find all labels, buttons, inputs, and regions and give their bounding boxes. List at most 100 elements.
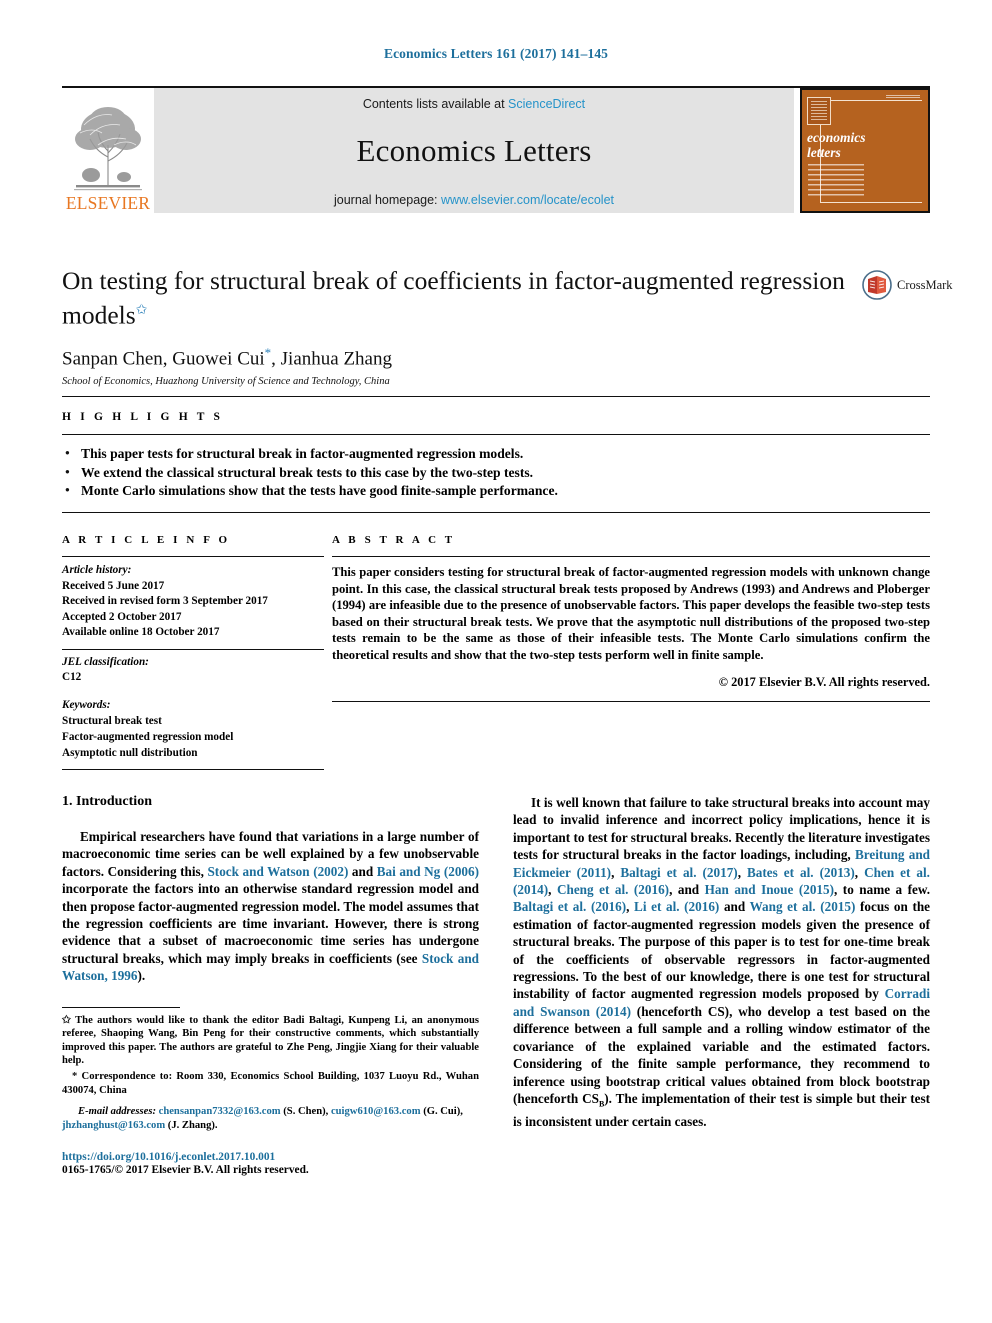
sep: and (719, 899, 750, 915)
citation-wang-2015[interactable]: Wang et al. (750, 899, 816, 914)
citation-year[interactable]: (2006) (444, 864, 479, 879)
history-online: Available online 18 October 2017 (62, 626, 220, 638)
email-person-zhang: (J. Zhang). (165, 1120, 218, 1132)
email-link-zhang[interactable]: jhzhanghust@163.com (62, 1120, 165, 1131)
email-person-cui: (G. Cui), (420, 1106, 463, 1118)
list-item: Monte Carlo simulations show that the te… (64, 481, 930, 501)
citation-baltagi-2017[interactable]: Baltagi et al. (620, 865, 696, 880)
article-page: Economics Letters 161 (2017) 141–145 ELS… (0, 0, 992, 1323)
footnote-star-mark: ✩ (62, 1014, 71, 1026)
citation-cheng-2016[interactable]: Cheng et al. (557, 882, 628, 897)
authors-lead: Sanpan Chen, Guowei Cui (62, 347, 265, 369)
abstract-heading: A B S T R A C T (332, 534, 456, 546)
elsevier-logo: ELSEVIER (62, 88, 154, 213)
cover-title: economics letters (807, 130, 866, 160)
article-info-divider (62, 648, 324, 650)
citation-year[interactable]: (2016) (634, 882, 669, 897)
doi-link[interactable]: https://doi.org/10.1016/j.econlet.2017.1… (62, 1151, 479, 1163)
journal-homepage-prefix: journal homepage: (333, 193, 442, 207)
email-label: E-mail addresses: (78, 1106, 156, 1118)
keywords-bottom-rule (62, 769, 324, 770)
email-link-chen[interactable]: chensanpan7332@163.com (159, 1106, 281, 1117)
sep: , (611, 864, 621, 880)
list-item: This paper tests for structural break in… (64, 444, 930, 464)
crossmark-icon (862, 270, 892, 300)
citation-year[interactable]: (2011) (577, 865, 611, 880)
citation-year[interactable]: (2015) (820, 899, 855, 914)
crossmark-label: CrossMark (897, 277, 953, 292)
cover-top-rule (886, 95, 920, 98)
citation-li-2016[interactable]: Li et al. (634, 899, 679, 914)
journal-title: Economics Letters (356, 133, 592, 168)
keyword-item: Factor-augmented regression model (62, 731, 234, 743)
highlights-bottom-rule (62, 511, 930, 513)
jel-block: JEL classification: C12 (62, 655, 324, 686)
intro-text-4: ). (137, 968, 146, 984)
citation-year[interactable]: (2013) (820, 865, 855, 880)
citation-stock-watson-2002[interactable]: Stock and Watson (207, 864, 309, 879)
issn-copyright-line: 0165-1765/© 2017 Elsevier B.V. All right… (62, 1163, 309, 1176)
article-history-block: Article history: Received 5 June 2017 Re… (62, 557, 324, 641)
right-column: It is well known that failure to take st… (513, 794, 930, 1176)
journal-cover-thumbnail: economics letters (800, 88, 930, 213)
contents-available-prefix: Contents lists available at (362, 97, 509, 111)
right-text-3: focus on the estimation of factor-augmen… (513, 899, 931, 1002)
footnote-acknowledgement-text: The authors would like to thank the edit… (62, 1014, 479, 1067)
cover-title-line2: letters (807, 145, 841, 160)
left-column: 1. Introduction Empirical researchers ha… (62, 794, 479, 1176)
citation-han-inoue-2015[interactable]: Han and Inoue (705, 882, 794, 897)
article-title-text: On testing for structural break of coeff… (62, 266, 845, 330)
affiliation: School of Economics, Huazhong University… (62, 375, 390, 387)
article-info-column: A R T I C L E I N F O Article history: R… (62, 534, 324, 770)
citation-year[interactable]: (2014) (596, 1004, 631, 1019)
sep: , (854, 864, 865, 880)
info-abstract-section: A R T I C L E I N F O Article history: R… (62, 534, 930, 770)
citation-year[interactable]: (2014) (513, 882, 548, 897)
footnote-correspondence-text: Correspondence to: Room 330, Economics S… (62, 1071, 479, 1096)
keyword-item: Structural break test (62, 715, 162, 727)
elsevier-tree-icon (74, 106, 142, 190)
authors-tail: , Jianhua Zhang (271, 347, 392, 369)
article-info-heading: A R T I C L E I N F O (62, 534, 231, 546)
highlights-heading: H I G H L I G H T S (62, 411, 224, 423)
sep: , (737, 864, 748, 880)
keywords-block: Keywords: Structural break test Factor-a… (62, 698, 324, 762)
citation-chen-2014[interactable]: Chen et al. (864, 865, 930, 880)
citation-bai-ng-2006[interactable]: Bai and Ng (377, 864, 441, 879)
email-link-cui[interactable]: cuigw610@163.com (331, 1106, 421, 1117)
author-list: Sanpan Chen, Guowei Cui*, Jianhua Zhang (62, 345, 852, 370)
citation-year[interactable]: (2016) (684, 899, 719, 914)
body-columns: 1. Introduction Empirical researchers ha… (62, 794, 930, 1176)
highlights-section: H I G H L I G H T S This paper tests for… (62, 396, 930, 513)
citation-year[interactable]: (2002) (313, 864, 348, 879)
section-title-introduction: 1. Introduction (62, 794, 152, 809)
sciencedirect-link[interactable]: ScienceDirect (508, 97, 585, 111)
footnote-rule (62, 1006, 180, 1008)
running-head: Economics Letters 161 (2017) 141–145 (383, 46, 609, 61)
email-addresses: E-mail addresses: chensanpan7332@163.com… (62, 1105, 479, 1133)
sep: , and (669, 882, 705, 898)
journal-homepage-line: journal homepage: www.elsevier.com/locat… (334, 193, 614, 207)
elsevier-wordmark: ELSEVIER (65, 192, 151, 213)
citation-year[interactable]: (2016) (591, 899, 626, 914)
sep: , (548, 882, 557, 898)
crossmark-badge[interactable]: CrossMark (862, 268, 962, 302)
journal-banner: Contents lists available at ScienceDirec… (154, 88, 794, 213)
intro-text-2: and (348, 863, 377, 879)
article-history-label: Article history: (62, 564, 132, 576)
email-person-chen: (S. Chen), (280, 1106, 331, 1118)
keyword-item: Asymptotic null distribution (62, 747, 198, 759)
abstract-column: A B S T R A C T This paper considers tes… (324, 534, 930, 770)
citation-baltagi-2016[interactable]: Baltagi et al. (513, 899, 586, 914)
citation-year[interactable]: (2017) (703, 865, 738, 880)
intro-paragraph: Empirical researchers have found that va… (62, 828, 479, 985)
citation-bates-2013[interactable]: Bates et al. (747, 865, 814, 880)
title-footnote-mark[interactable]: ✩ (136, 303, 148, 318)
journal-homepage-link[interactable]: www.elsevier.com/locate/ecolet (441, 193, 614, 207)
abstract-text: This paper considers testing for structu… (332, 565, 930, 662)
contents-available-line: Contents lists available at ScienceDirec… (363, 97, 585, 111)
title-block: On testing for structural break of coeff… (62, 266, 852, 387)
page-title: On testing for structural break of coeff… (62, 266, 852, 331)
citation-year[interactable]: (2015) (799, 882, 834, 897)
list-item: We extend the classical structural break… (64, 463, 930, 483)
